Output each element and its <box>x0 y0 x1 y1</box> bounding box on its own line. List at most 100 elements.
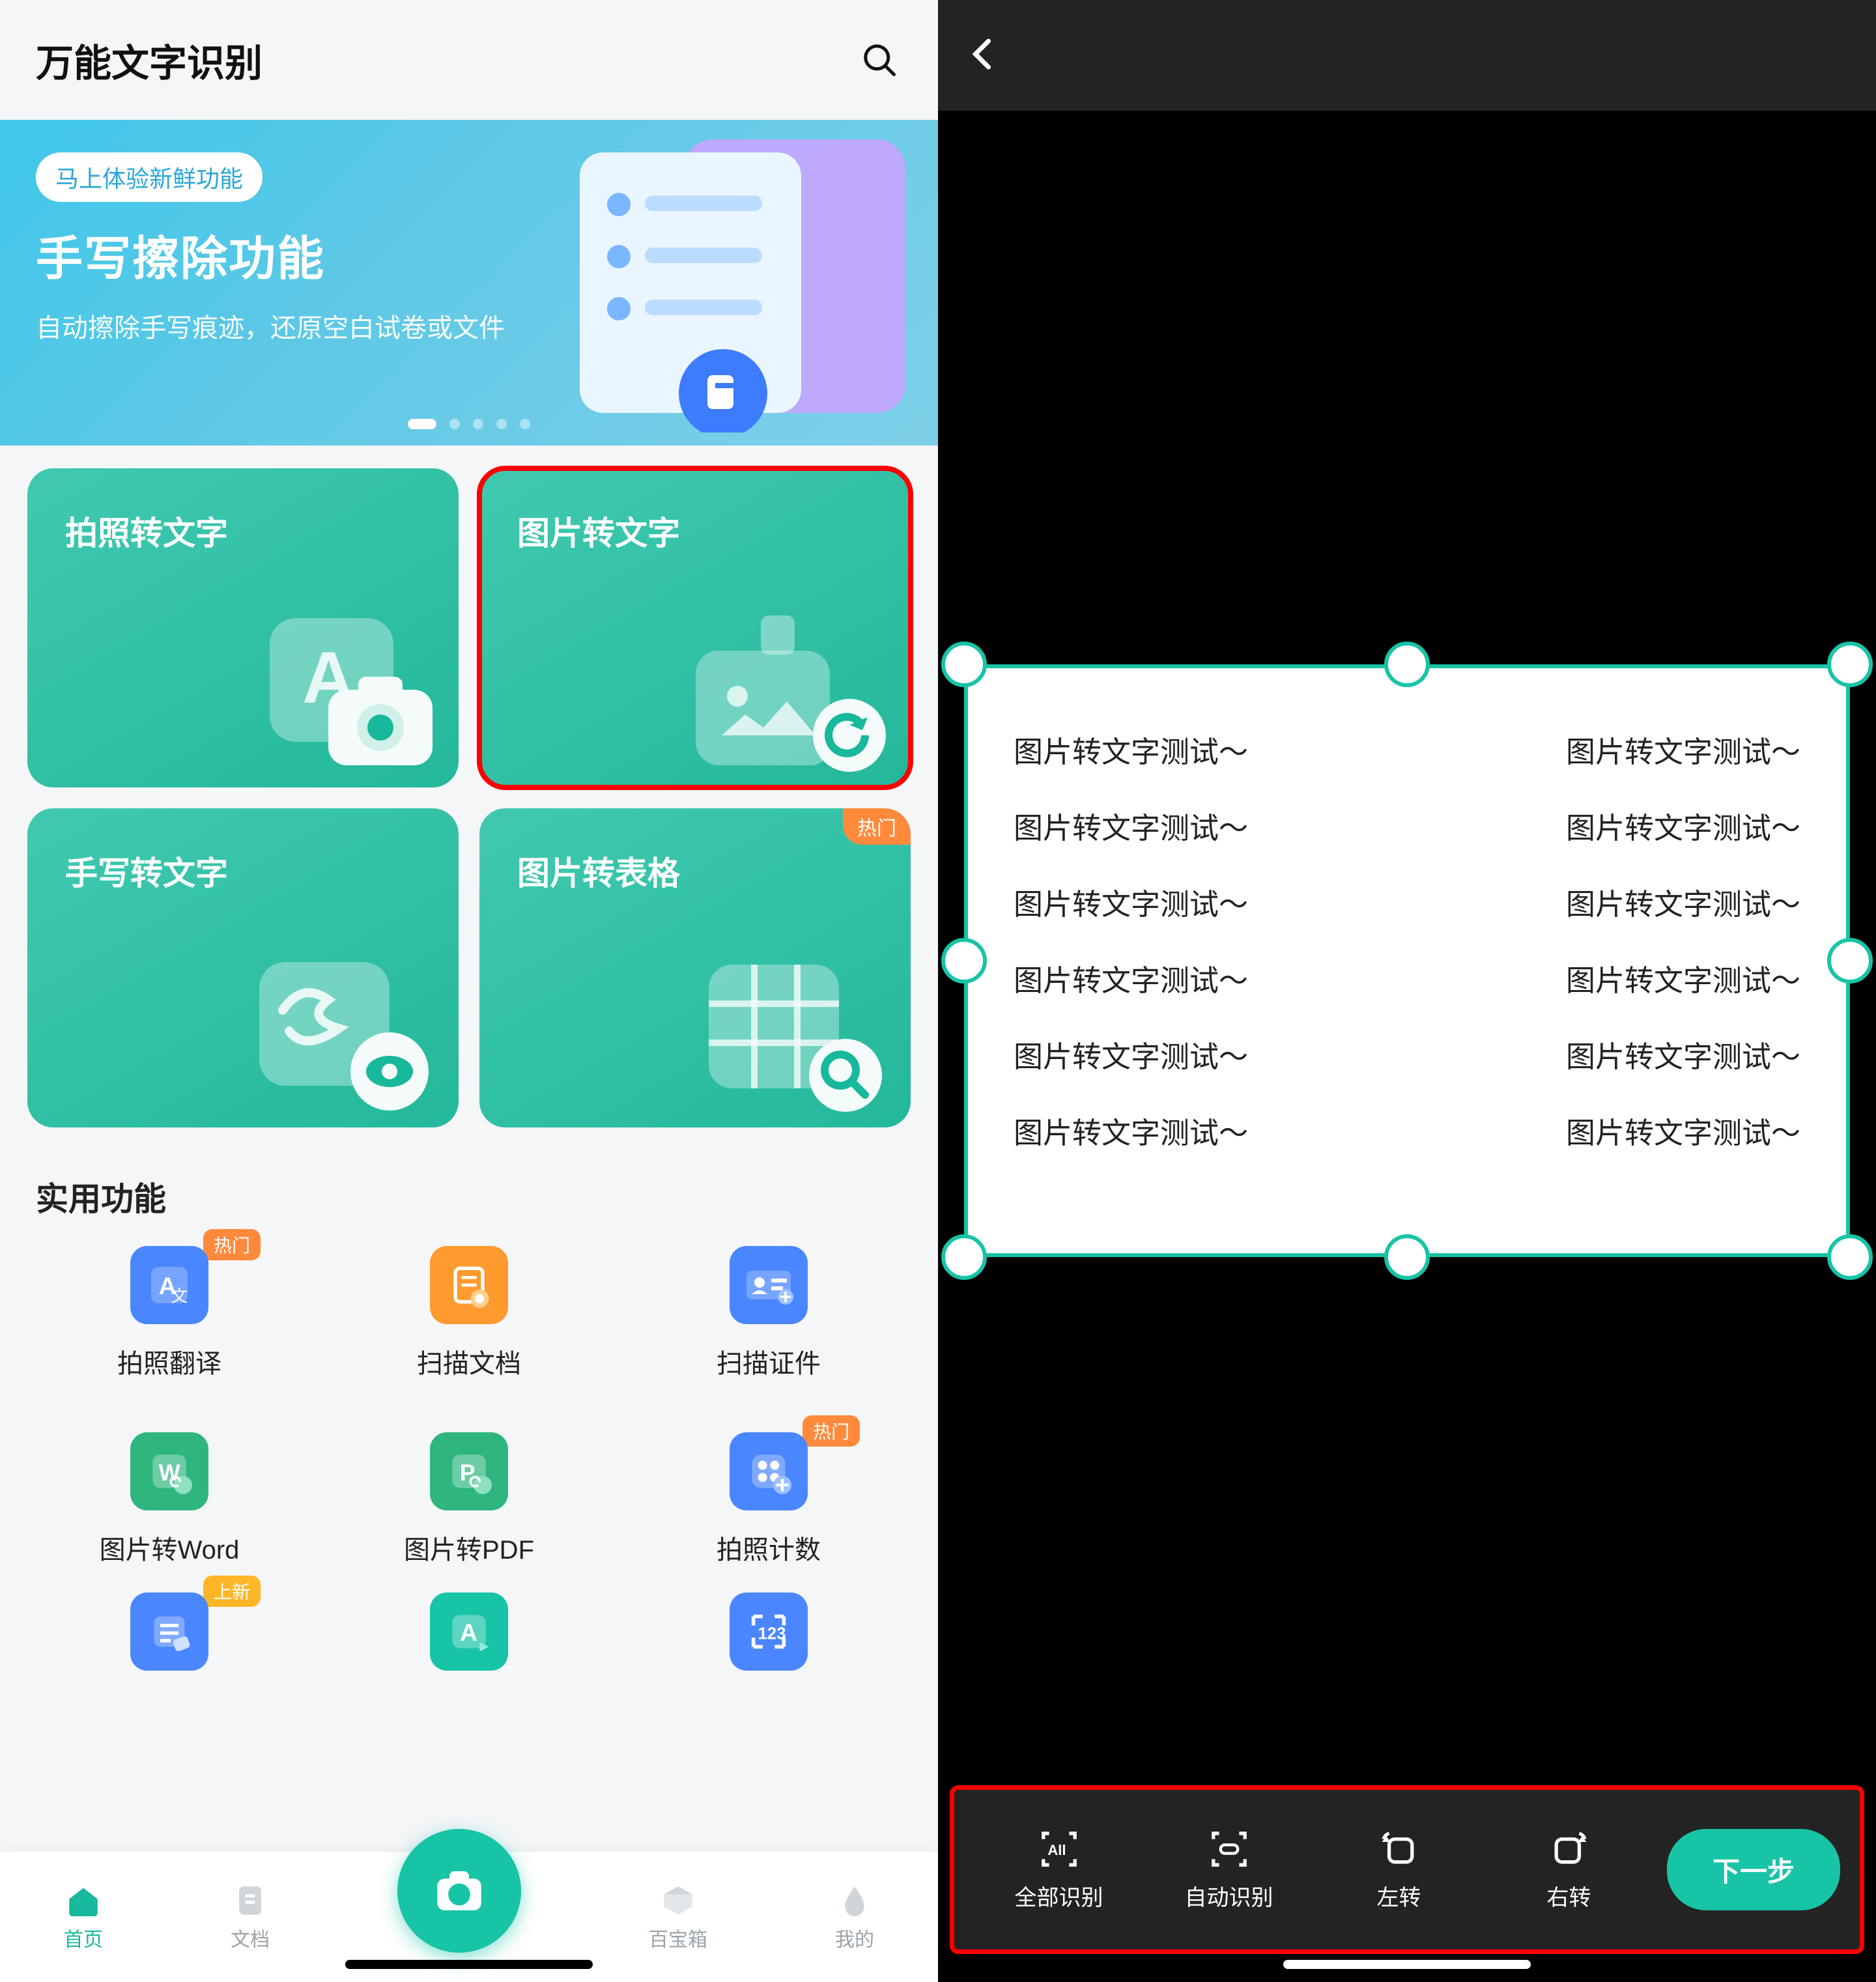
nav-camera-button[interactable] <box>397 1829 521 1953</box>
nav-mine[interactable]: 我的 <box>835 1882 874 1952</box>
svg-text:123: 123 <box>758 1625 786 1643</box>
nav-docs[interactable]: 文档 <box>231 1882 270 1952</box>
search-button[interactable] <box>857 37 902 83</box>
banner-pill: 马上体验新鲜功能 <box>36 152 263 202</box>
tool-recognize-auto[interactable]: 自动识别 <box>1144 1828 1314 1912</box>
promo-banner[interactable]: 马上体验新鲜功能 手写擦除功能 自动擦除手写痕迹，还原空白试卷或文件 <box>0 120 938 446</box>
tile-label: 图片转文字 <box>517 507 911 554</box>
dot[interactable] <box>520 419 530 429</box>
tile-image-to-table[interactable]: 热门 图片转表格 <box>479 808 911 1127</box>
tile-handwrite-to-text[interactable]: 手写转文字 <box>27 808 459 1127</box>
pdf-icon: P <box>430 1432 508 1510</box>
crop-preview[interactable]: 图片转文字测试～图片转文字测试～ 图片转文字测试～图片转文字测试～ 图片转文字测… <box>964 664 1850 1257</box>
main-tiles: 拍照转文字 A 图片转文字 手写转文字 <box>0 446 938 1127</box>
tile-label: 拍照转文字 <box>65 507 459 554</box>
feature-photo-count[interactable]: 热门 拍照计数 <box>619 1432 918 1566</box>
feature-recognize-number[interactable]: 123 识别数字 <box>619 1593 918 1684</box>
crop-text: 图片转文字测试～ <box>1014 942 1248 1019</box>
crop-screen: 图片转文字测试～图片转文字测试～ 图片转文字测试～图片转文字测试～ 图片转文字测… <box>938 0 1876 1982</box>
home-indicator <box>345 1960 593 1969</box>
crop-handle-bc[interactable] <box>1384 1234 1430 1280</box>
banner-illustration-icon <box>528 133 918 432</box>
dot[interactable] <box>473 419 483 429</box>
tool-rotate-left[interactable]: 左转 <box>1314 1828 1484 1912</box>
feature-recognize-text[interactable]: A 识别文本 <box>319 1593 619 1684</box>
feature-label: 扫描文档 <box>417 1342 521 1380</box>
nav-label: 百宝箱 <box>649 1923 707 1952</box>
crop-handle-mr[interactable] <box>1827 938 1873 984</box>
crop-text: 图片转文字测试～ <box>1014 790 1248 866</box>
image-text-icon <box>696 605 891 774</box>
feature-label: 图片转Word <box>100 1529 240 1566</box>
feature-scan-id[interactable]: 扫描证件 <box>619 1246 918 1380</box>
crop-text: 图片转文字测试～ <box>1566 866 1800 942</box>
rotate-right-icon <box>1548 1828 1591 1871</box>
header: 万能文字识别 <box>0 0 938 113</box>
crop-text: 图片转文字测试～ <box>1014 866 1248 942</box>
nav-home[interactable]: 首页 <box>64 1882 103 1952</box>
carousel-dots <box>408 419 530 429</box>
feature-label: 拍照翻译 <box>117 1342 221 1380</box>
dot[interactable] <box>496 419 507 429</box>
crop-text: 图片转文字测试～ <box>1014 714 1248 790</box>
tile-label: 图片转表格 <box>517 847 911 894</box>
tile-image-to-text[interactable]: 图片转文字 <box>479 468 911 787</box>
dot-active[interactable] <box>408 419 436 429</box>
home-indicator <box>1283 1960 1531 1969</box>
dot[interactable] <box>449 419 460 429</box>
crop-toolbar: All 全部识别 自动识别 左转 右转 下一步 <box>954 1790 1860 1949</box>
search-icon <box>860 40 899 79</box>
image-table-icon <box>696 952 891 1114</box>
nav-label: 首页 <box>64 1923 103 1952</box>
back-button[interactable] <box>964 35 1003 77</box>
bottom-nav: 首页 文档 百宝箱 我的 <box>0 1852 938 1982</box>
erase-icon <box>130 1593 208 1671</box>
crop-text: 图片转文字测试～ <box>1566 1019 1800 1095</box>
tile-camera-to-text[interactable]: 拍照转文字 A <box>27 468 459 787</box>
rotate-left-icon <box>1378 1828 1421 1871</box>
handwrite-icon <box>244 952 439 1114</box>
nav-label: 我的 <box>835 1923 874 1952</box>
camera-text-icon: A <box>257 612 439 774</box>
crop-handle-tc[interactable] <box>1384 642 1430 687</box>
svg-text:文: 文 <box>171 1287 188 1306</box>
crop-handle-br[interactable] <box>1827 1234 1873 1280</box>
count-icon <box>730 1432 808 1510</box>
tool-label: 全部识别 <box>1015 1880 1103 1912</box>
feature-label: 扫描证件 <box>717 1342 821 1380</box>
feature-grid-row3: 上新 手写擦除 A 识别文本 123 识别数字 <box>0 1566 938 1684</box>
svg-text:All: All <box>1047 1842 1066 1858</box>
new-badge: 上新 <box>203 1576 261 1607</box>
hot-badge: 热门 <box>203 1229 261 1260</box>
water-drop-icon <box>836 1882 874 1919</box>
hot-badge: 热门 <box>803 1415 860 1447</box>
crop-handle-ml[interactable] <box>941 938 987 984</box>
crop-text: 图片转文字测试～ <box>1014 1095 1248 1171</box>
crop-handle-tr[interactable] <box>1827 642 1873 687</box>
crop-text: 图片转文字测试～ <box>1014 1019 1248 1095</box>
camera-icon <box>430 1862 489 1920</box>
tool-label: 左转 <box>1377 1880 1421 1912</box>
crop-handle-bl[interactable] <box>941 1234 987 1280</box>
translate-icon: A文 <box>130 1246 208 1324</box>
nav-toolbox[interactable]: 百宝箱 <box>649 1882 707 1952</box>
chevron-left-icon <box>964 35 1003 74</box>
next-button[interactable]: 下一步 <box>1667 1829 1840 1910</box>
crop-handle-tl[interactable] <box>941 642 987 687</box>
home-screen: 万能文字识别 马上体验新鲜功能 手写擦除功能 自动擦除手写痕迹，还原空白试卷或文… <box>0 0 938 1982</box>
crop-area[interactable]: 图片转文字测试～图片转文字测试～ 图片转文字测试～图片转文字测试～ 图片转文字测… <box>964 664 1850 1257</box>
box-icon <box>659 1882 697 1919</box>
crop-header <box>938 0 1876 111</box>
feature-scan-doc[interactable]: 扫描文档 <box>319 1246 619 1380</box>
feature-img-to-word[interactable]: W 图片转Word <box>20 1432 319 1566</box>
tool-rotate-right[interactable]: 右转 <box>1484 1828 1654 1912</box>
feature-photo-translate[interactable]: 热门 A文 拍照翻译 <box>20 1246 319 1380</box>
svg-text:P: P <box>460 1460 475 1486</box>
app-title: 万能文字识别 <box>36 33 263 87</box>
feature-handwrite-erase[interactable]: 上新 手写擦除 <box>20 1593 319 1684</box>
recognize-all-icon: All <box>1038 1828 1081 1871</box>
section-title-utilities: 实用功能 <box>0 1127 938 1220</box>
tool-recognize-all[interactable]: All 全部识别 <box>974 1828 1144 1912</box>
feature-img-to-pdf[interactable]: P 图片转PDF <box>319 1432 619 1566</box>
hot-badge: 热门 <box>843 808 911 845</box>
